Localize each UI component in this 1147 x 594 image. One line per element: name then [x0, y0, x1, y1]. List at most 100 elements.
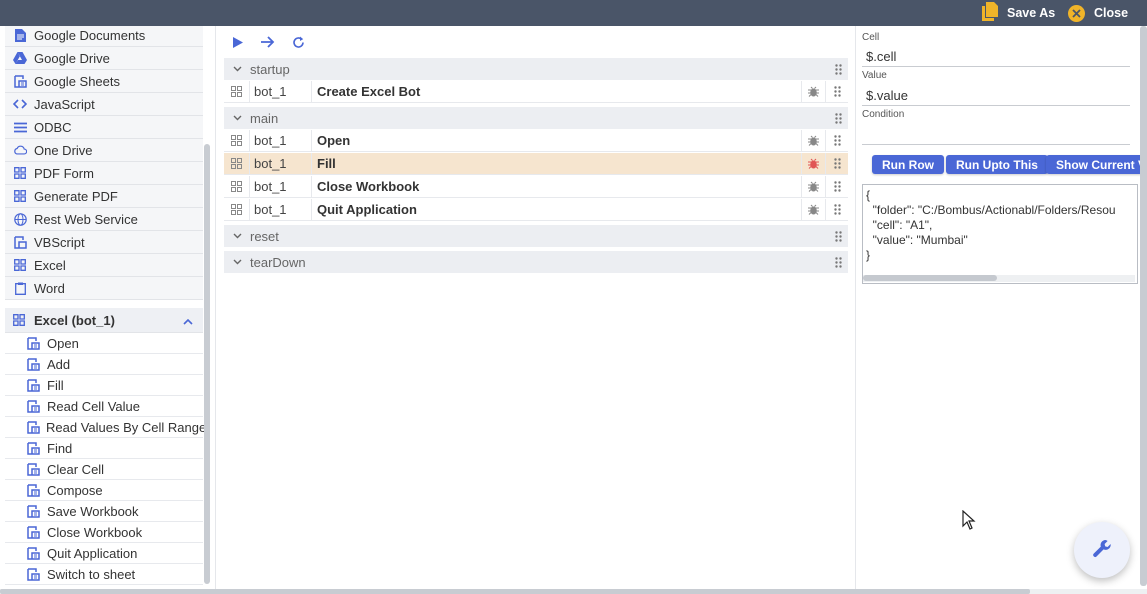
- drag-handle-icon[interactable]: [835, 112, 842, 127]
- action-label: Find: [47, 440, 73, 456]
- drag-handle-icon[interactable]: [835, 63, 842, 78]
- section-reset[interactable]: reset: [224, 225, 848, 247]
- page-horizontal-scrollbar[interactable]: [0, 589, 1147, 594]
- action-item[interactable]: Save Workbook: [5, 501, 203, 522]
- action-label: Read Cell Value: [47, 398, 140, 414]
- cell-field[interactable]: $.cell: [862, 47, 1130, 67]
- table-row[interactable]: bot_1 Close Workbook: [224, 176, 848, 198]
- action-label: Fill: [47, 377, 64, 393]
- save-as-label: Save As: [1007, 6, 1056, 20]
- right-scrollbar[interactable]: [1140, 26, 1147, 586]
- table-row[interactable]: bot_1 Open: [224, 130, 848, 152]
- sidebar-item-pdf-form[interactable]: PDF Form: [5, 162, 203, 185]
- sidebar-item-excel[interactable]: Excel: [5, 254, 203, 277]
- sidebar-item-generate-pdf[interactable]: Generate PDF: [5, 185, 203, 208]
- chevron-up-icon[interactable]: [183, 313, 193, 328]
- drag-handle-icon[interactable]: [826, 176, 848, 197]
- action-label: Switch to sheet: [47, 566, 136, 582]
- action-icon: [27, 504, 41, 518]
- sidebar-item-one-drive[interactable]: One Drive: [5, 139, 203, 162]
- sidebar-item-javascript[interactable]: JavaScript: [5, 93, 203, 116]
- sidebar-item-google-drive[interactable]: Google Drive: [5, 47, 203, 70]
- row-action: Quit Application: [312, 199, 802, 220]
- sidebar-item-odbc[interactable]: ODBC: [5, 116, 203, 139]
- mouse-cursor-icon: [962, 509, 976, 533]
- drag-handle-icon[interactable]: [826, 153, 848, 174]
- section-startup[interactable]: startup: [224, 58, 848, 80]
- action-item[interactable]: Read Cell Value: [5, 396, 203, 417]
- clipboard-icon: [13, 281, 27, 295]
- action-item[interactable]: Open: [5, 333, 203, 354]
- sidebar-item-google-sheets[interactable]: Google Sheets: [5, 70, 203, 93]
- drag-handle-icon[interactable]: [826, 81, 848, 102]
- action-icon: [27, 357, 41, 371]
- row-bot: bot_1: [250, 81, 312, 102]
- value-field[interactable]: $.value: [862, 86, 1130, 106]
- top-bar: Save As Close: [0, 0, 1147, 26]
- action-item[interactable]: Close Workbook: [5, 522, 203, 543]
- save-as-button[interactable]: Save As: [982, 0, 1055, 26]
- table-row[interactable]: bot_1 Create Excel Bot: [224, 81, 848, 103]
- action-label: Add: [47, 356, 71, 372]
- action-icon: [27, 399, 41, 413]
- row-action: Open: [312, 130, 802, 151]
- grid-icon: [13, 313, 27, 327]
- table-row[interactable]: bot_1 Quit Application: [224, 199, 848, 221]
- drag-handle-icon[interactable]: [835, 230, 842, 245]
- page-horizontal-scroll-thumb[interactable]: [0, 589, 1030, 594]
- refresh-icon[interactable]: [290, 34, 306, 50]
- json-horizontal-scrollbar[interactable]: [863, 275, 997, 281]
- bug-icon[interactable]: [802, 153, 826, 174]
- bug-icon[interactable]: [802, 176, 826, 197]
- sidebar-scrollbar[interactable]: [204, 144, 210, 584]
- show-current-value-button[interactable]: Show Current Va: [1046, 155, 1147, 174]
- grid-icon: [224, 199, 250, 220]
- drag-handle-icon[interactable]: [826, 199, 848, 220]
- close-label: Close: [1094, 6, 1129, 20]
- section-main[interactable]: main: [224, 107, 848, 129]
- group-header-excel-bot[interactable]: Excel (bot_1): [5, 308, 203, 333]
- sidebar-item-google-documents[interactable]: Google Documents: [5, 26, 203, 47]
- action-item[interactable]: Compose: [5, 480, 203, 501]
- action-label: Save Workbook: [47, 503, 139, 519]
- action-item[interactable]: Fill: [5, 375, 203, 396]
- close-button[interactable]: Close: [1068, 0, 1128, 26]
- drag-handle-icon[interactable]: [835, 256, 842, 271]
- grid-icon: [224, 176, 250, 197]
- play-icon[interactable]: [230, 34, 246, 50]
- action-item[interactable]: Add: [5, 354, 203, 375]
- table-row-selected[interactable]: bot_1 Fill: [224, 153, 848, 175]
- action-icon: [27, 336, 41, 350]
- sidebar-item-rest-web-service[interactable]: Rest Web Service: [5, 208, 203, 231]
- action-item[interactable]: Clear Cell: [5, 459, 203, 480]
- drive-icon: [13, 51, 27, 65]
- action-icon: [27, 525, 41, 539]
- sidebar-item-vbscript[interactable]: VBScript: [5, 231, 203, 254]
- action-item[interactable]: Read Values By Cell Range: [5, 417, 206, 438]
- bug-icon[interactable]: [802, 199, 826, 220]
- section-label: reset: [250, 228, 279, 244]
- section-label: tearDown: [250, 254, 306, 270]
- chevron-down-icon: [224, 66, 250, 72]
- sidebar-item-label: Google Sheets: [34, 73, 121, 89]
- arrow-right-icon[interactable]: [260, 34, 276, 50]
- bug-icon[interactable]: [802, 130, 826, 151]
- section-teardown[interactable]: tearDown: [224, 251, 848, 273]
- action-item[interactable]: Quit Application: [5, 543, 203, 564]
- drag-handle-icon[interactable]: [826, 130, 848, 151]
- grid-icon: [13, 166, 27, 180]
- sidebar-item-label: Rest Web Service: [34, 211, 138, 227]
- row-action: Close Workbook: [312, 176, 802, 197]
- action-item[interactable]: Find: [5, 438, 203, 459]
- wrench-fab-button[interactable]: [1074, 522, 1130, 578]
- action-item[interactable]: Switch to sheet: [5, 564, 203, 585]
- action-label: Close Workbook: [47, 524, 143, 540]
- condition-field[interactable]: [862, 125, 1130, 145]
- run-upto-this-button[interactable]: Run Upto This: [946, 155, 1048, 174]
- run-row-button[interactable]: Run Row: [872, 155, 944, 174]
- sidebar-item-word[interactable]: Word: [5, 277, 203, 300]
- section-label: main: [250, 110, 279, 126]
- sheets-icon: [13, 74, 27, 88]
- json-preview[interactable]: { "folder": "C:/Bombus/Actionabl/Folders…: [862, 184, 1138, 284]
- bug-icon[interactable]: [802, 81, 826, 102]
